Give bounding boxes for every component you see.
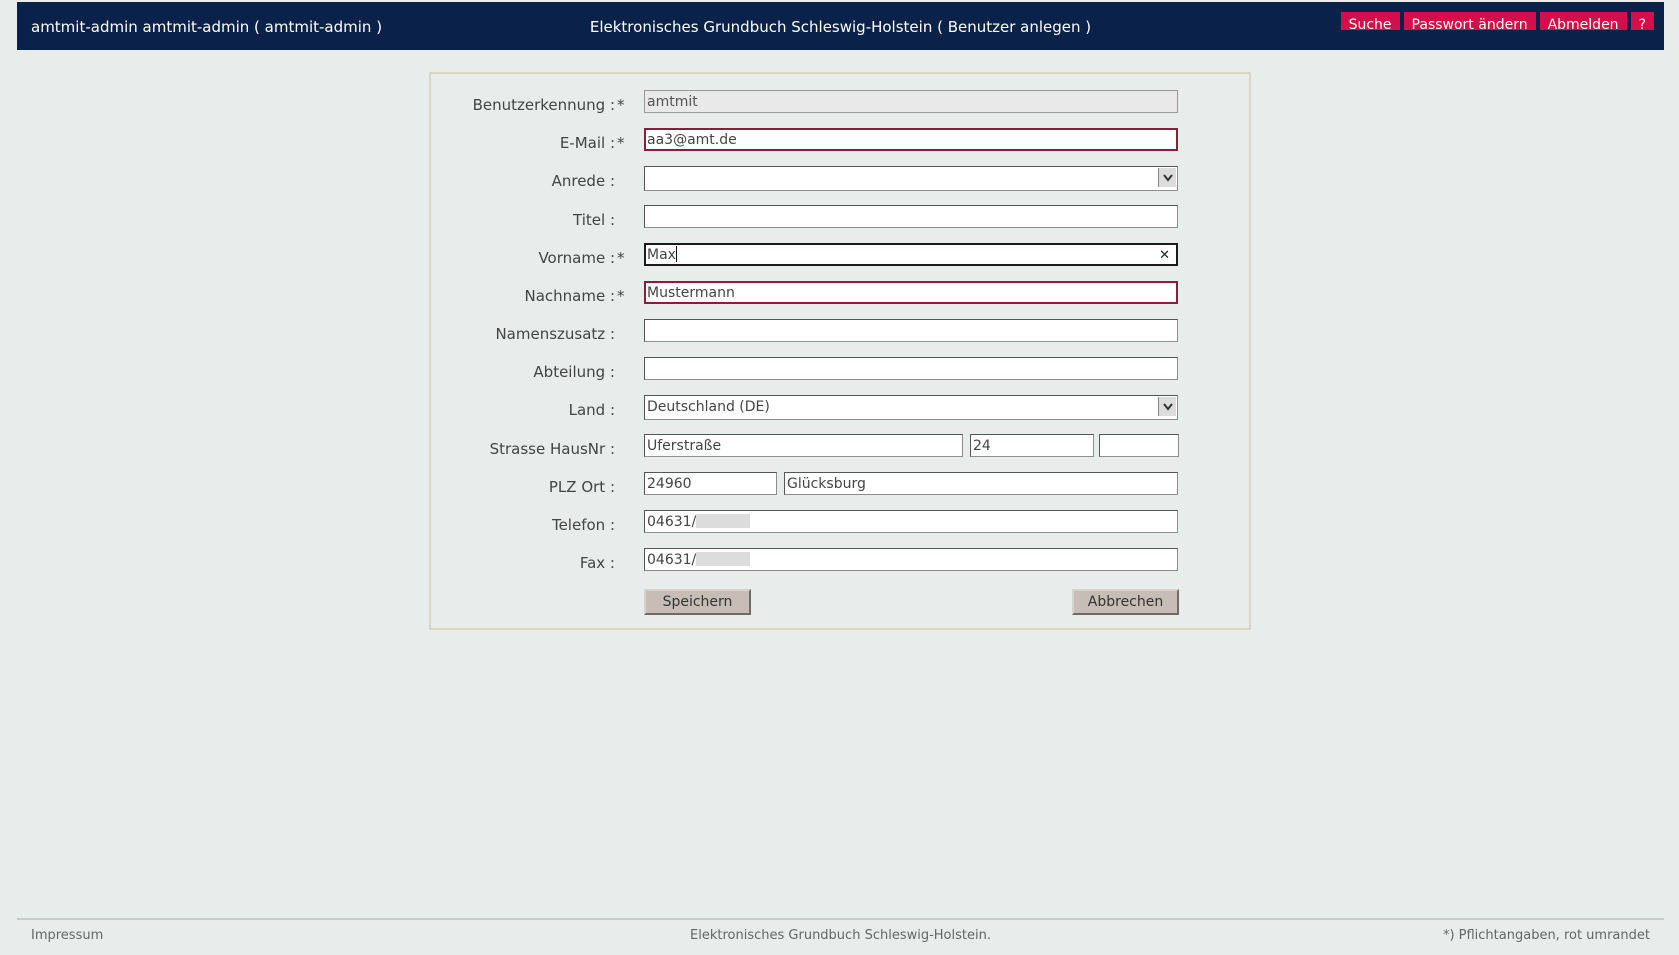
required-fields-note: *) Pflichtangaben, rot umrandet: [1442, 928, 1650, 943]
plz-ort-label: PLZ Ort :: [548, 478, 615, 496]
redacted-mask: [696, 514, 751, 528]
abteilung-input[interactable]: [644, 357, 1178, 380]
house-number-input[interactable]: 24: [970, 434, 1094, 457]
header-bar: amtmit-admin amtmit-admin ( amtmit-admin…: [17, 2, 1664, 50]
text-caret: [675, 246, 677, 262]
namenszusatz-input[interactable]: [644, 319, 1178, 342]
nachname-input[interactable]: Mustermann: [644, 281, 1178, 304]
telefon-label: Telefon :: [551, 516, 615, 534]
row-email: E-Mail : * aa3@amt.de: [431, 128, 1249, 156]
vorname-label: Vorname :: [538, 249, 615, 267]
fax-input[interactable]: 04631/: [644, 548, 1178, 571]
benutzerkennung-input: amtmit: [644, 90, 1178, 113]
telefon-value: 04631/: [647, 514, 697, 530]
strasse-label: Strasse HausNr :: [489, 440, 615, 458]
street-input[interactable]: Uferstraße: [644, 434, 963, 457]
row-benutzerkennung: Benutzerkennung : * amtmit: [431, 90, 1249, 118]
vorname-value: Max: [647, 247, 676, 263]
help-button[interactable]: ?: [1630, 12, 1654, 33]
row-fax: Fax : 04631/: [431, 548, 1249, 576]
footer: Impressum Elektronisches Grundbuch Schle…: [17, 918, 1664, 955]
land-select-value: Deutschland (DE): [647, 399, 770, 415]
chevron-down-icon[interactable]: [1158, 168, 1176, 187]
cancel-button[interactable]: Abbrechen: [1072, 589, 1179, 615]
fax-value: 04631/: [647, 552, 697, 568]
required-marker: *: [617, 96, 625, 114]
row-land: Land : Deutschland (DE): [431, 395, 1249, 423]
anrede-label: Anrede :: [551, 172, 615, 190]
change-password-button[interactable]: Passwort ändern: [1403, 12, 1536, 33]
save-button[interactable]: Speichern: [644, 589, 751, 615]
row-telefon: Telefon : 04631/: [431, 510, 1249, 538]
row-namenszusatz: Namenszusatz :: [431, 319, 1249, 347]
header-actions: Suche Passwort ändern Abmelden ?: [1340, 12, 1654, 33]
abteilung-label: Abteilung :: [533, 363, 615, 381]
land-select[interactable]: Deutschland (DE): [644, 395, 1178, 420]
required-marker: *: [617, 249, 625, 267]
telefon-input[interactable]: 04631/: [644, 510, 1178, 533]
user-form-panel: Benutzerkennung : * amtmit E-Mail : * aa…: [429, 72, 1251, 630]
anrede-select[interactable]: [644, 166, 1178, 191]
required-marker: *: [617, 287, 625, 305]
required-marker: *: [617, 134, 625, 152]
benutzerkennung-label: Benutzerkennung :: [472, 96, 615, 114]
row-titel: Titel :: [431, 205, 1249, 233]
ort-input[interactable]: Glücksburg: [784, 472, 1178, 495]
footer-title: Elektronisches Grundbuch Schleswig-Holst…: [690, 928, 991, 943]
search-button[interactable]: Suche: [1340, 12, 1400, 33]
titel-label: Titel :: [573, 211, 615, 229]
row-vorname: Vorname : * Max ✕: [431, 243, 1249, 271]
row-strasse: Strasse HausNr : Uferstraße 24: [431, 434, 1249, 462]
house-number-suffix-input[interactable]: [1099, 434, 1179, 457]
clear-icon[interactable]: ✕: [1159, 247, 1170, 264]
nachname-label: Nachname :: [524, 287, 615, 305]
row-anrede: Anrede :: [431, 166, 1249, 194]
logout-button[interactable]: Abmelden: [1539, 12, 1627, 33]
fax-label: Fax :: [579, 554, 615, 572]
vorname-input[interactable]: Max ✕: [644, 243, 1178, 266]
titel-input[interactable]: [644, 205, 1178, 228]
land-label: Land :: [568, 401, 615, 419]
plz-input[interactable]: 24960: [644, 472, 777, 495]
row-abteilung: Abteilung :: [431, 357, 1249, 385]
row-nachname: Nachname : * Mustermann: [431, 281, 1249, 309]
namenszusatz-label: Namenszusatz :: [495, 325, 615, 343]
redacted-mask: [696, 552, 751, 566]
row-plz-ort: PLZ Ort : 24960 Glücksburg: [431, 472, 1249, 500]
email-input[interactable]: aa3@amt.de: [644, 128, 1178, 151]
email-label: E-Mail :: [559, 134, 615, 152]
chevron-down-icon[interactable]: [1158, 397, 1176, 416]
